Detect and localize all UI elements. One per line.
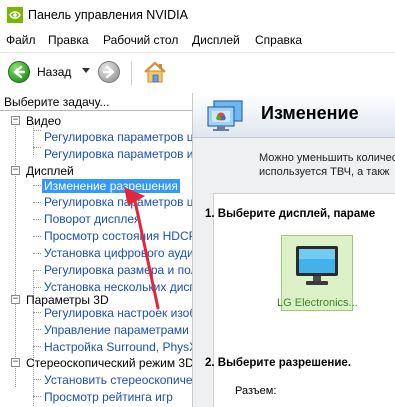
task-pane: Выберите задачу... − Видео Регулировка п… (0, 93, 193, 407)
tree-item-multiple-displays[interactable]: Установка нескольких дисп (44, 280, 192, 294)
display-name-label[interactable]: LG Electronics... (277, 297, 358, 309)
tree-item-size-position[interactable]: Регулировка размера и поло (44, 263, 192, 277)
step-1-heading: 1. Выберите дисплей, параме (205, 208, 376, 220)
tree-connector (33, 219, 41, 220)
collapse-3d-toggle[interactable]: − (11, 295, 20, 304)
connector-label: Разъем: (235, 385, 277, 397)
tree-connector (15, 123, 16, 387)
tree-item-digital-audio[interactable]: Установка цифрового аудио (44, 246, 192, 260)
forward-button[interactable] (98, 61, 120, 83)
collapse-video-toggle[interactable]: − (11, 116, 20, 125)
toolbar-separator (131, 61, 132, 85)
menu-bar: Файл Правка Рабочий стол Дисплей Справка (0, 30, 395, 50)
divider (0, 110, 192, 111)
step-2-heading: 2. Выберите разрешение. (205, 357, 352, 369)
page-banner: Изменение (193, 93, 395, 138)
tree-category-display[interactable]: Дисплей (26, 164, 74, 178)
menu-display[interactable]: Дисплей (192, 33, 240, 47)
tree-connector (33, 396, 41, 397)
menu-desktop[interactable]: Рабочий стол (103, 33, 178, 47)
tree-connector (33, 185, 41, 186)
tree-connector (33, 312, 41, 313)
collapse-display-toggle[interactable]: − (11, 166, 20, 175)
back-label: Назад (37, 65, 72, 79)
menu-help[interactable]: Справка (255, 33, 302, 47)
home-icon[interactable] (142, 59, 168, 85)
tree-item-manage-3d[interactable]: Управление параметрами 3D (44, 323, 192, 337)
tree-connector (33, 253, 41, 254)
tree-connector (33, 287, 41, 288)
tree-item-surround-physx[interactable]: Настройка Surround, PhysX (44, 340, 192, 354)
task-pane-header: Выберите задачу... (4, 95, 110, 109)
content-pane: Изменение Можно уменьшить количес исполь… (193, 93, 395, 407)
tree-connector (33, 346, 41, 347)
tree-connector (33, 329, 41, 330)
tree-category-stereo-3d[interactable]: Стереоскопический режим 3D (26, 356, 192, 370)
chevron-down-icon[interactable] (82, 68, 90, 73)
tree-item-game-ratings[interactable]: Просмотр рейтинга игр (44, 390, 173, 404)
display-settings-icon (207, 100, 243, 131)
menu-edit[interactable]: Правка (48, 33, 89, 47)
window-title: Панель управления NVIDIA (28, 8, 188, 22)
page-description: Можно уменьшить количес (259, 152, 395, 164)
tree-category-3d[interactable]: Параметры 3D (26, 293, 109, 307)
tree-connector (33, 369, 34, 406)
toolbar: Назад (0, 52, 395, 94)
menu-file[interactable]: Файл (6, 33, 36, 47)
forward-arrow-icon (102, 65, 115, 79)
tree-item-change-resolution[interactable]: Изменение разрешения (42, 179, 180, 193)
tree-item-video-color[interactable]: Регулировка параметров це (44, 130, 192, 144)
nvidia-logo-icon (7, 7, 23, 23)
title-bar: Панель управления NVIDIA (0, 0, 395, 30)
tree-connector (33, 236, 41, 237)
tree-connector (33, 130, 41, 131)
tree-connector (33, 379, 41, 380)
tree-item-rotate-display[interactable]: Поворот дисплея (44, 212, 141, 226)
tree-item-image-settings[interactable]: Регулировка настроек изоб (44, 306, 192, 320)
tree-item-display-color[interactable]: Регулировка параметров це (44, 195, 192, 209)
tree-connector (33, 270, 41, 271)
page-description: используется ТВЧ, а такж (259, 166, 390, 178)
tree-connector (33, 147, 41, 148)
tree-item-setup-stereo[interactable]: Установить стереоскопичес (44, 373, 192, 387)
monitor-icon (296, 246, 338, 285)
page-title: Изменение (261, 103, 359, 123)
tree-connector (33, 202, 41, 203)
back-arrow-icon (8, 61, 30, 83)
tree-item-video-image[interactable]: Регулировка параметров из (44, 147, 192, 161)
collapse-stereo-toggle[interactable]: − (11, 358, 20, 367)
tree-category-video[interactable]: Видео (26, 114, 61, 128)
tree-item-hdcp-status[interactable]: Просмотр состояния HDCP (44, 229, 192, 243)
back-button[interactable]: Назад (8, 61, 94, 85)
